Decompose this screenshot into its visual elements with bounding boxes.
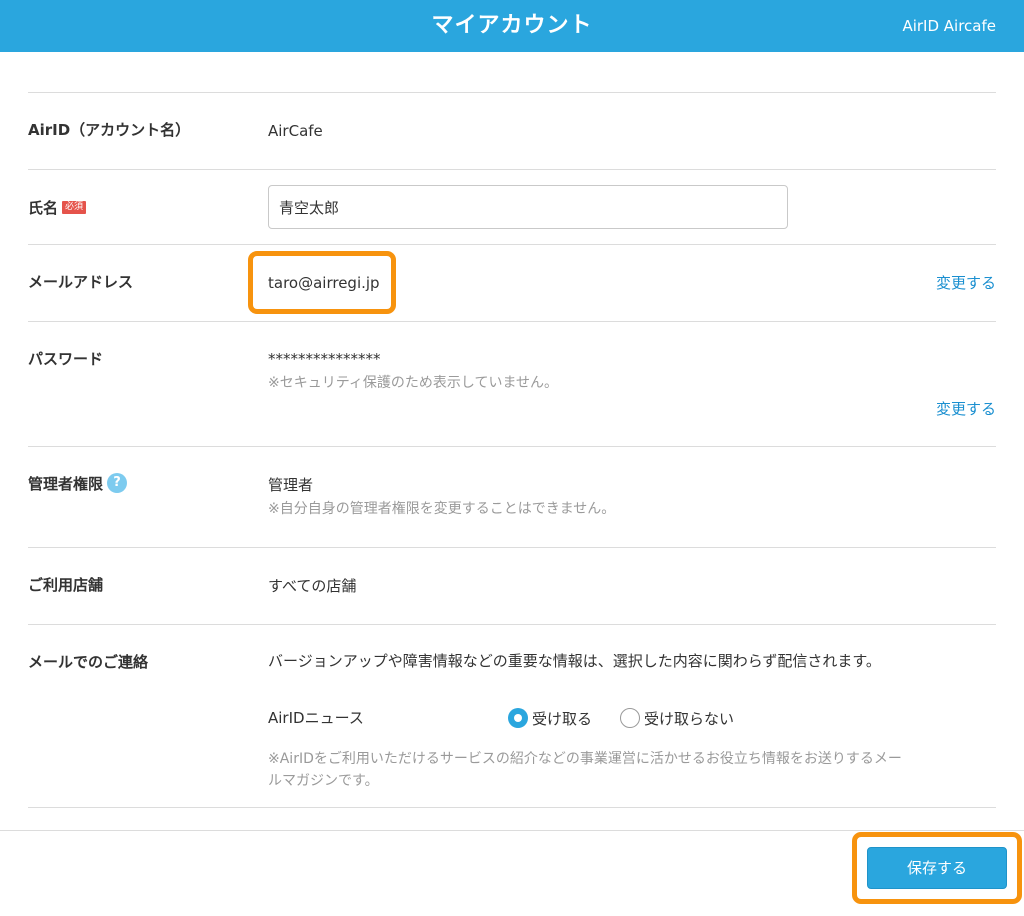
mail-contact-label: メールでのご連絡: [28, 653, 149, 671]
footer-divider: [0, 830, 1024, 831]
stores-label: ご利用店舗: [28, 576, 104, 594]
row-divider: [28, 547, 996, 548]
row-divider: [28, 624, 996, 625]
name-input[interactable]: [268, 185, 788, 229]
newsletter-note-line1: ※AirIDをご利用いただけるサービスの紹介などの事業運営に活かせるお役立ち情報…: [268, 751, 902, 767]
admin-label: 管理者権限?: [28, 472, 128, 495]
admin-label-text: 管理者権限: [28, 475, 104, 493]
row-divider: [28, 169, 996, 170]
radio-not-receive[interactable]: 受け取らない: [620, 707, 734, 729]
radio-receive-label[interactable]: 受け取る: [532, 708, 592, 729]
row-divider: [28, 92, 996, 93]
airid-label: AirID（アカウント名）: [28, 121, 191, 139]
mail-contact-description: バージョンアップや障害情報などの重要な情報は、選択した内容に関わらず配信されます…: [268, 652, 881, 670]
airid-value: AirCafe: [268, 122, 323, 140]
change-password-link[interactable]: 変更する: [936, 398, 996, 420]
header-bar: マイアカウント AirID Aircafe: [0, 0, 1024, 52]
password-note: ※セキュリティ保護のため表示していません。: [268, 375, 559, 391]
account-name[interactable]: AirID Aircafe: [902, 0, 996, 52]
name-label: 氏名 必須: [28, 197, 87, 219]
radio-not-receive-label[interactable]: 受け取らない: [644, 708, 734, 729]
password-value: ***************: [268, 350, 381, 368]
required-badge: 必須: [62, 201, 87, 214]
radio-receive[interactable]: 受け取る: [508, 707, 592, 729]
email-label: メールアドレス: [28, 273, 134, 291]
row-divider: [28, 446, 996, 447]
newsletter-label: AirIDニュース: [268, 709, 364, 727]
row-divider: [28, 244, 996, 245]
email-value: taro@airregi.jp: [268, 274, 380, 292]
help-icon[interactable]: ?: [107, 472, 128, 493]
row-divider: [28, 321, 996, 322]
newsletter-note-line2: ルマガジンです。: [268, 773, 379, 789]
save-button[interactable]: 保存する: [867, 847, 1007, 889]
password-label: パスワード: [28, 350, 104, 368]
page-title: マイアカウント: [431, 13, 593, 38]
name-label-text: 氏名: [28, 199, 59, 217]
radio-not-receive-button[interactable]: [620, 708, 640, 728]
change-email-link[interactable]: 変更する: [936, 272, 996, 294]
stores-value: すべての店舗: [268, 577, 357, 595]
admin-value: 管理者: [268, 476, 314, 494]
admin-note: ※自分自身の管理者権限を変更することはできません。: [268, 501, 616, 517]
row-divider: [28, 807, 996, 808]
radio-receive-button[interactable]: [508, 708, 528, 728]
